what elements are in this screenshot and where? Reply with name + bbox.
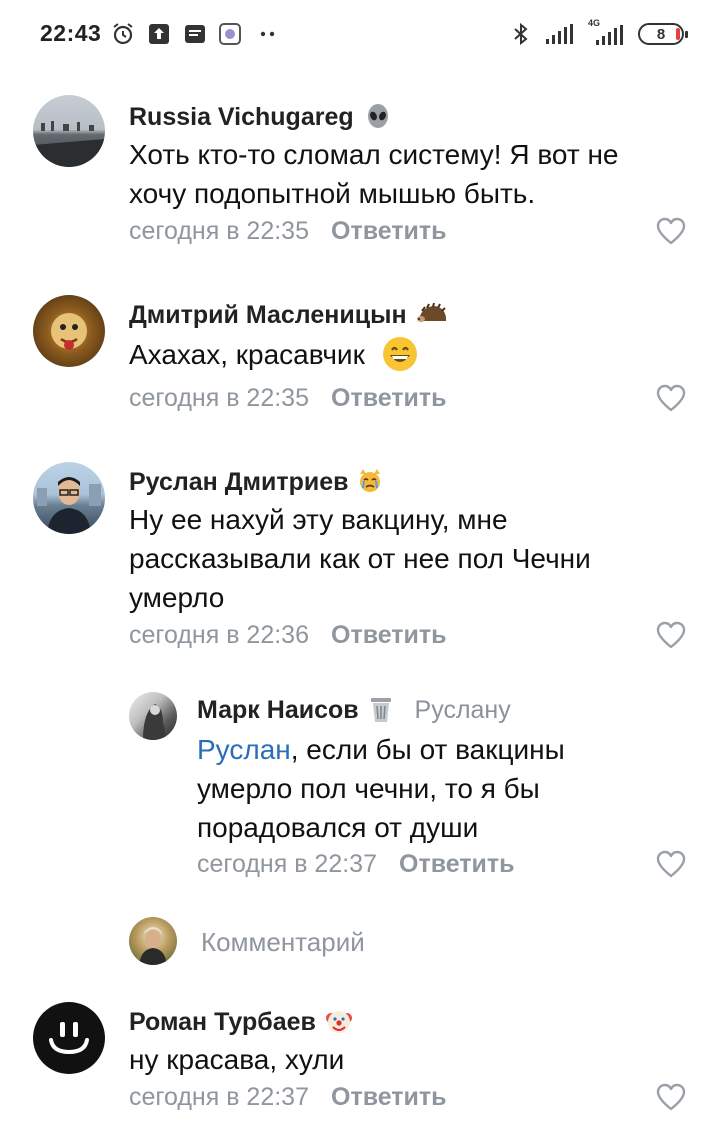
reply-button[interactable]: Ответить [331,621,447,649]
author-name[interactable]: Роман Турбаев [129,1008,316,1036]
signal-4g-icon: 4G [588,18,624,46]
author-name[interactable]: Russia Vichugareg [129,103,354,131]
comment-input[interactable]: Комментарий [201,927,365,958]
battery-icon: 8 [638,23,688,45]
comment-meta: сегодня в 22:37 Ответить [197,850,515,879]
comment-text: Ну ее нахуй эту вакцину, мне рассказывал… [129,504,591,613]
upload-icon [149,24,169,44]
avatar[interactable] [129,692,177,740]
comment-meta: сегодня в 22:35 Ответить [129,384,447,413]
current-user-avatar [129,917,177,965]
mention-link[interactable]: Руслан [197,734,291,765]
comment-text: ну красава, хули [129,1044,345,1075]
signal-icon [546,24,573,44]
comment-author[interactable]: Дмитрий Масленицын [129,301,448,330]
wastebasket-emoji-icon [370,698,391,723]
like-heart-icon[interactable] [656,1083,686,1111]
comment-input-row[interactable]: Комментарий [0,915,720,971]
grinning-emoji-icon [382,336,417,371]
like-heart-icon[interactable] [656,621,686,649]
comment-author[interactable]: Руслан Дмитриев [129,468,383,497]
comment-author[interactable]: Марк Наисов Руслану [197,696,511,725]
reply-button[interactable]: Ответить [331,1083,447,1111]
like-heart-icon[interactable] [656,217,686,245]
more-notifications-icon [260,31,275,37]
comment-meta: сегодня в 22:37 Ответить [129,1083,447,1112]
avatar[interactable] [33,295,105,367]
bluetooth-icon [514,22,528,46]
hedgehog-emoji-icon [416,303,446,323]
reply-to-label[interactable]: Руслану [415,696,511,724]
comment-time: сегодня в 22:35 [129,384,309,412]
comment-author[interactable]: Роман Турбаев [129,1008,353,1037]
comment-text: Ахахах, красавчик [129,335,669,374]
status-time: 22:43 [40,20,102,46]
comment-text: Хоть кто-то сломал систему! Я вот не хоч… [129,139,619,209]
reply-button[interactable]: Ответить [331,384,447,412]
reply-button[interactable]: Ответить [331,217,447,245]
comment-text: Руслан, если бы от вакцины умерло пол че… [197,730,637,847]
comment-author[interactable]: Russia Vichugareg [129,103,391,132]
status-bar: 22:43 4G 8 [0,0,720,62]
message-icon [185,25,205,43]
like-heart-icon[interactable] [656,384,686,412]
comment-text-content: Ахахах, красавчик [129,339,365,370]
comment-time: сегодня в 22:36 [129,621,309,649]
comment-time: сегодня в 22:37 [129,1083,309,1111]
author-name[interactable]: Руслан Дмитриев [129,468,349,496]
author-name[interactable]: Дмитрий Масленицын [129,301,407,329]
clown-emoji-icon [325,1011,352,1034]
reply-button[interactable]: Ответить [399,850,515,878]
alien-emoji-icon [367,104,388,129]
battery-level: 8 [656,25,666,43]
alarm-icon [113,23,133,45]
comment-time: сегодня в 22:37 [197,850,377,878]
comment-meta: сегодня в 22:35 Ответить [129,217,447,246]
like-heart-icon[interactable] [656,850,686,878]
comment-meta: сегодня в 22:36 Ответить [129,621,447,650]
gallery-icon [219,23,241,45]
comment-time: сегодня в 22:35 [129,217,309,245]
avatar[interactable] [33,1002,105,1074]
author-name[interactable]: Марк Наисов [197,696,359,724]
avatar[interactable] [33,95,105,167]
avatar[interactable] [33,462,105,534]
crying-cat-emoji-icon [360,469,381,493]
